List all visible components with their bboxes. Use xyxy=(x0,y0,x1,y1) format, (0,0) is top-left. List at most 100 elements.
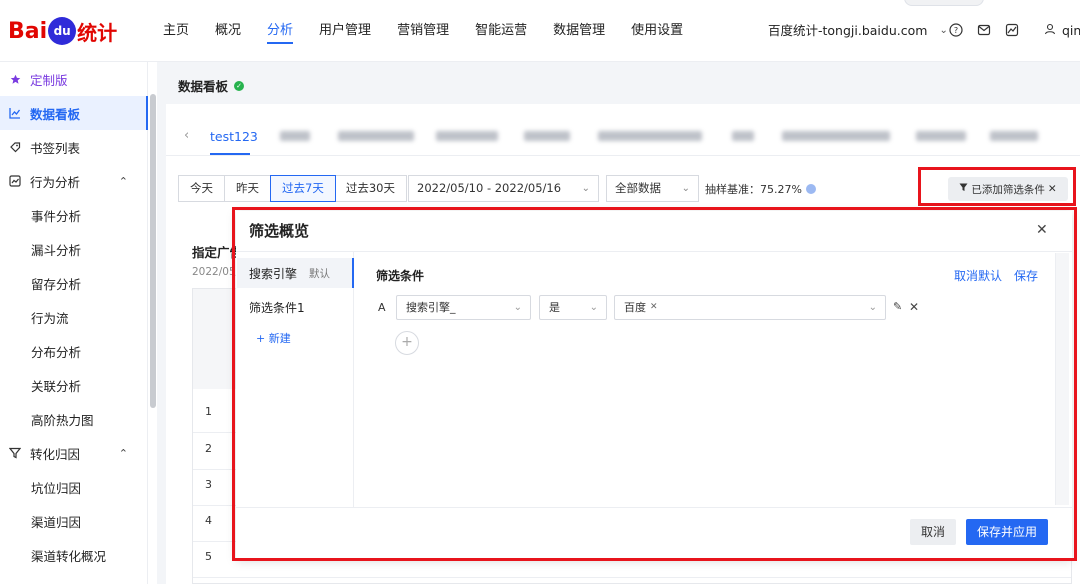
highlight-box-filter xyxy=(918,167,1076,206)
logo-text: Bai xyxy=(8,18,48,44)
image-icon[interactable] xyxy=(1004,22,1020,38)
bookmark-icon xyxy=(8,140,22,154)
sidebar-item-label: 高阶热力图 xyxy=(31,412,94,428)
sidebar-item-label: 转化归因 xyxy=(30,446,81,462)
sidebar-item-label: 定制版 xyxy=(30,72,68,88)
logo-paw: du xyxy=(48,17,77,45)
analysis-icon xyxy=(8,174,22,188)
sidebar-item[interactable]: 留存分析 xyxy=(0,266,148,300)
blurred-tab[interactable] xyxy=(338,131,414,141)
sidebar-item-label: 渠道转化概况 xyxy=(31,548,107,564)
chevron-down-icon: ⌄ xyxy=(581,183,590,194)
logo-suffix: 统计 xyxy=(77,20,118,45)
user-menu[interactable]: qin xyxy=(1044,0,1080,62)
sidebar-item[interactable]: 数据看板 xyxy=(0,96,148,130)
sidebar-item-label: 数据看板 xyxy=(30,106,81,122)
top-icon-group: ? xyxy=(948,22,1020,38)
user-icon xyxy=(1044,0,1056,62)
table-row-number: 4 xyxy=(205,514,212,527)
blurred-tab[interactable] xyxy=(782,131,890,141)
nav-item[interactable]: 分析 xyxy=(254,0,306,62)
mail-icon[interactable] xyxy=(976,22,992,38)
sidebar-item[interactable]: 漏斗分析 xyxy=(0,232,148,266)
chevron-up-icon[interactable]: ⌃ xyxy=(119,175,128,188)
chevron-left-icon[interactable]: ‹ xyxy=(184,128,189,143)
main-nav: 主页 概况 分析 用户管理 营销管理 智能运营 数据管理 使用设置 xyxy=(150,0,696,62)
sidebar-item-label: 行为分析 xyxy=(30,174,81,190)
date-range-picker[interactable]: 2022/05/10 - 2022/05/16 ⌄ xyxy=(408,175,599,202)
nav-item[interactable]: 概况 xyxy=(202,0,254,62)
sidebar-item[interactable]: 行为流 xyxy=(0,300,148,334)
sidebar-item-label: 渠道归因 xyxy=(31,514,82,530)
chevron-down-icon: ⌄ xyxy=(939,25,948,36)
star-icon xyxy=(8,72,22,86)
nav-item[interactable]: 数据管理 xyxy=(540,0,618,62)
sidebar-item-label: 留存分析 xyxy=(31,276,82,292)
info-icon[interactable] xyxy=(805,184,816,194)
sidebar-item-label: 事件分析 xyxy=(31,208,82,224)
date-button[interactable]: 今天 xyxy=(179,176,225,201)
chevron-down-icon: ⌄ xyxy=(681,183,690,194)
sampling-info: 抽样基准：75.27% xyxy=(705,181,816,197)
blurred-tab[interactable] xyxy=(732,131,754,141)
nav-item[interactable]: 主页 xyxy=(150,0,202,62)
nav-item[interactable]: 用户管理 xyxy=(306,0,384,62)
filter-funnel-icon xyxy=(8,446,22,460)
date-button[interactable]: 过去30天 xyxy=(335,176,406,201)
blurred-tab[interactable] xyxy=(524,131,570,141)
table-row-number: 1 xyxy=(205,405,212,418)
sidebar-item[interactable]: 事件分析 xyxy=(0,198,148,232)
sidebar-item[interactable]: 渠道归因 xyxy=(0,504,148,538)
site-name: 百度统计-tongji.baidu.com xyxy=(768,23,928,38)
page-title-text: 数据看板 xyxy=(178,79,229,94)
sidebar-item-label: 坑位归因 xyxy=(31,480,82,496)
blurred-tab[interactable] xyxy=(280,131,310,141)
sidebar-item-label: 书签列表 xyxy=(30,140,81,156)
sidebar: 定制版数据看板书签列表行为分析 ⌃ 事件分析漏斗分析留存分析行为流分布分析关联分析高… xyxy=(0,62,148,584)
sidebar-item[interactable]: 定制版 xyxy=(0,62,148,96)
sidebar-item[interactable]: 渠道转化概况 xyxy=(0,538,148,572)
sidebar-item[interactable]: 转化归因 ⌃ xyxy=(0,436,148,470)
table-row-number: 5 xyxy=(205,550,212,563)
table-row-number: 2 xyxy=(205,442,212,455)
sidebar-item-label: 行为流 xyxy=(31,310,69,326)
board-tab-active[interactable]: test123 xyxy=(210,129,258,144)
sampling-label: 抽样基准：75.27% xyxy=(705,183,802,196)
sidebar-item[interactable]: 书签列表 xyxy=(0,130,148,164)
blurred-tab[interactable] xyxy=(436,131,498,141)
help-icon[interactable]: ? xyxy=(948,22,964,38)
date-range-value: 2022/05/10 - 2022/05/16 xyxy=(417,181,562,195)
sidebar-item-label: 漏斗分析 xyxy=(31,242,82,258)
nav-item[interactable]: 营销管理 xyxy=(384,0,462,62)
baidu-tongji-logo[interactable]: Bai du 统计 xyxy=(8,14,117,48)
nav-item[interactable]: 使用设置 xyxy=(618,0,696,62)
sidebar-item[interactable]: 关联分析 xyxy=(0,368,148,402)
blurred-tab[interactable] xyxy=(990,131,1038,141)
table-row-number: 3 xyxy=(205,478,212,491)
sidebar-item-label: 分布分析 xyxy=(31,344,82,360)
sidebar-item[interactable]: 行为分析 ⌃ xyxy=(0,164,148,198)
status-check-icon: ✓ xyxy=(234,80,245,91)
date-button[interactable]: 过去7天 xyxy=(270,175,336,202)
blurred-tab[interactable] xyxy=(598,131,702,141)
date-range-buttons: 今天 昨天 过去7天 过去30天 xyxy=(178,175,407,202)
nav-item[interactable]: 智能运营 xyxy=(462,0,540,62)
sidebar-scrollbar[interactable] xyxy=(150,94,156,408)
sidebar-item[interactable]: 坑位归因 xyxy=(0,470,148,504)
sidebar-item-label: 关联分析 xyxy=(31,378,82,394)
data-scope-select[interactable]: 全部数据 ⌄ xyxy=(606,175,699,202)
blurred-tab[interactable] xyxy=(916,131,966,141)
chevron-up-icon[interactable]: ⌃ xyxy=(119,447,128,460)
svg-text:?: ? xyxy=(954,26,958,35)
sidebar-item[interactable]: 高阶热力图 xyxy=(0,402,148,436)
site-selector[interactable]: 百度统计-tongji.baidu.com ⌄ xyxy=(768,0,948,62)
date-button[interactable]: 昨天 xyxy=(225,176,271,201)
board-tab-underline xyxy=(210,153,250,155)
highlight-box-dialog xyxy=(232,207,1077,561)
page-title: 数据看板 ✓ xyxy=(178,76,245,95)
table-row-divider xyxy=(193,577,1071,578)
data-scope-value: 全部数据 xyxy=(615,181,661,195)
sidebar-item[interactable]: 分布分析 xyxy=(0,334,148,368)
line-chart-icon xyxy=(8,106,22,120)
user-name: qin xyxy=(1062,23,1080,38)
